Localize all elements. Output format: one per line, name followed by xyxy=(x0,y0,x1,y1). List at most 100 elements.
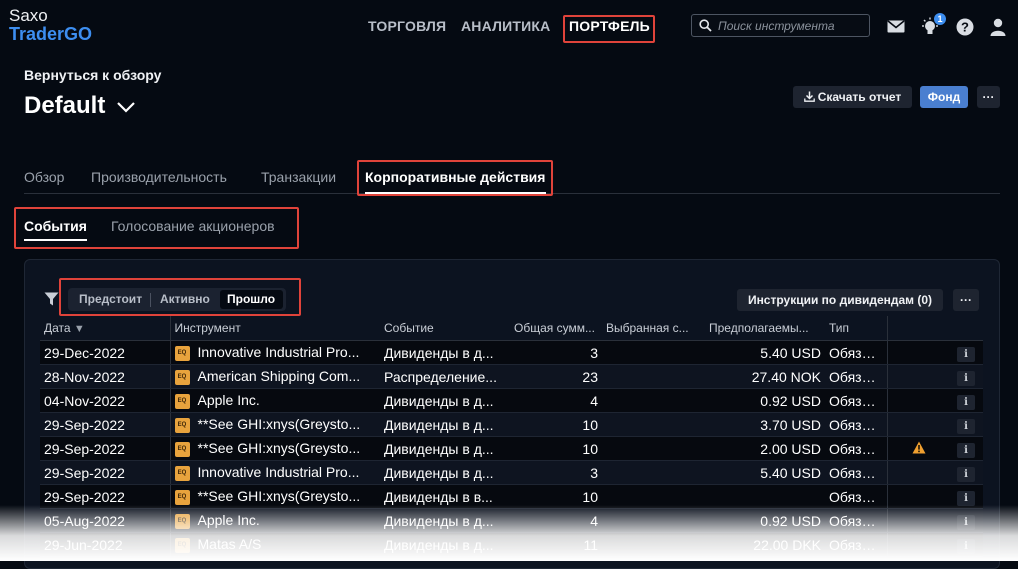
panel-more-button[interactable]: ··· xyxy=(953,289,979,311)
table-row[interactable]: 29-Sep-2022 EQ Innovative Industrial Pro..… xyxy=(40,460,983,485)
cell-selected xyxy=(602,460,705,485)
info-button[interactable]: i xyxy=(957,442,975,458)
search-box[interactable] xyxy=(691,14,870,37)
info-button[interactable]: i xyxy=(957,490,975,506)
segment-separator xyxy=(150,293,151,307)
table-row[interactable]: 29-Jun-2022 EQ Matas A/S Дивиденды в д... 11… xyxy=(40,532,983,557)
segment-upcoming[interactable]: Предстоит xyxy=(79,292,142,306)
cell-instrument[interactable]: EQ Innovative Industrial Pro... xyxy=(170,340,380,365)
cell-instrument[interactable]: EQ **See GHI:xnys(Greysto... xyxy=(170,484,380,509)
cell-selected xyxy=(602,436,705,461)
col-header-instrument[interactable]: Инструмент xyxy=(170,316,380,341)
cell-instrument[interactable]: EQ **See GHI:xnys(Greysto... xyxy=(170,436,380,461)
cell-estimated: 22.00 DKK xyxy=(705,532,825,557)
info-button[interactable]: i xyxy=(957,346,975,362)
col-header-type[interactable]: Тип xyxy=(825,316,888,341)
col-header-date[interactable]: Дата ▼ xyxy=(40,316,171,341)
instrument-name: Apple Inc. xyxy=(197,392,260,409)
cell-type: Обязател xyxy=(825,532,888,557)
cell-total-amount: 4 xyxy=(510,388,602,413)
table-row[interactable]: 29-Sep-2022 EQ **See GHI:xnys(Greysto... Ди… xyxy=(40,412,983,437)
cell-selected xyxy=(602,364,705,389)
cell-selected xyxy=(602,508,705,533)
cell-selected xyxy=(602,340,705,365)
cell-type: Обязател xyxy=(825,484,888,509)
cell-total-amount: 11 xyxy=(510,532,602,557)
cell-type: Обязател xyxy=(825,340,888,365)
equity-icon: EQ xyxy=(174,345,190,361)
svg-text:?: ? xyxy=(961,20,969,35)
dividend-instructions-button[interactable]: Инструкции по дивидендам (0) xyxy=(737,289,943,311)
col-header-selected[interactable]: Выбранная с... xyxy=(602,316,705,341)
mail-icon[interactable] xyxy=(887,20,905,33)
cell-estimated: 27.40 NOK xyxy=(705,364,825,389)
download-report-button[interactable]: Скачать отчет xyxy=(793,86,912,108)
table-row[interactable]: 28-Nov-2022 EQ American Shipping Com... Рас… xyxy=(40,364,983,389)
brand-product[interactable]: TraderGO xyxy=(9,24,92,45)
table-row[interactable]: 04-Nov-2022 EQ Apple Inc. Дивиденды в д... 4… xyxy=(40,388,983,413)
help-icon[interactable]: ? xyxy=(956,18,974,36)
cell-instrument[interactable]: EQ Matas A/S xyxy=(170,532,380,557)
cell-instrument[interactable]: EQ **See GHI:xnys(Greysto... xyxy=(170,412,380,437)
tab-overview[interactable]: Обзор xyxy=(24,169,64,185)
table-row[interactable]: 29-Sep-2022 EQ **See GHI:xnys(Greysto... Ди… xyxy=(40,436,983,461)
user-icon[interactable] xyxy=(990,18,1006,36)
cell-selected xyxy=(602,484,705,509)
filter-icon[interactable] xyxy=(44,292,59,306)
nav-analytics[interactable]: АНАЛИТИКА xyxy=(461,18,550,34)
more-options-button[interactable]: ··· xyxy=(977,86,1000,108)
cell-date: 29-Dec-2022 xyxy=(40,340,171,365)
portfolio-selector[interactable]: Default xyxy=(24,92,136,120)
col-header-estimated[interactable]: Предполагаемы... xyxy=(705,316,825,341)
equity-icon: EQ xyxy=(174,537,190,553)
tab-transactions[interactable]: Транзакции xyxy=(261,169,336,185)
info-button[interactable]: i xyxy=(957,514,975,530)
cell-actions: i xyxy=(887,340,983,365)
equity-icon: EQ xyxy=(174,489,190,505)
cell-type: Обязател xyxy=(825,388,888,413)
cell-total-amount: 4 xyxy=(510,508,602,533)
cell-date: 29-Sep-2022 xyxy=(40,484,171,509)
cell-event: Дивиденды в д... xyxy=(380,412,510,437)
cell-date: 29-Sep-2022 xyxy=(40,436,171,461)
cell-date: 28-Nov-2022 xyxy=(40,364,171,389)
cell-instrument[interactable]: EQ Apple Inc. xyxy=(170,508,380,533)
info-button[interactable]: i xyxy=(957,394,975,410)
sort-desc-icon: ▼ xyxy=(73,323,85,335)
cell-event: Дивиденды в д... xyxy=(380,436,510,461)
cell-instrument[interactable]: EQ Apple Inc. xyxy=(170,388,380,413)
cell-event: Дивиденды в д... xyxy=(380,532,510,557)
tab-performance[interactable]: Производительность xyxy=(91,169,227,185)
search-input[interactable] xyxy=(718,17,866,34)
info-button[interactable]: i xyxy=(957,370,975,386)
cell-estimated xyxy=(705,484,825,509)
table-row[interactable]: 05-Aug-2022 EQ Apple Inc. Дивиденды в д... 4… xyxy=(40,508,983,533)
cell-instrument[interactable]: EQ American Shipping Com... xyxy=(170,364,380,389)
table-row[interactable]: 29-Sep-2022 EQ **See GHI:xnys(Greysto... Ди… xyxy=(40,484,983,509)
cell-event: Распределение... xyxy=(380,364,510,389)
cell-actions: i xyxy=(887,412,983,437)
fund-button[interactable]: Фонд xyxy=(920,86,968,108)
back-to-overview-link[interactable]: Вернуться к обзору xyxy=(24,67,161,83)
info-button[interactable]: i xyxy=(957,418,975,434)
col-header-event[interactable]: Событие xyxy=(380,316,510,341)
segment-active[interactable]: Активно xyxy=(160,292,210,306)
cell-date: 04-Nov-2022 xyxy=(40,388,171,413)
table-row[interactable]: 29-Dec-2022 EQ Innovative Industrial Pro..… xyxy=(40,340,983,365)
nav-trading[interactable]: ТОРГОВЛЯ xyxy=(368,18,446,34)
col-header-total-amount[interactable]: Общая сумм... xyxy=(510,316,602,341)
cell-instrument[interactable]: EQ Innovative Industrial Pro... xyxy=(170,460,380,485)
cell-actions: i xyxy=(887,484,983,509)
info-button[interactable]: i xyxy=(957,538,975,554)
cell-actions: i xyxy=(887,436,983,461)
table-header-row: Дата ▼ Инструмент Событие Общая сумм... … xyxy=(40,316,983,341)
cell-type: Обязател xyxy=(825,412,888,437)
subtab-events[interactable]: События xyxy=(24,218,87,234)
tab-corporate-actions[interactable]: Корпоративные действия xyxy=(365,169,545,185)
cell-estimated: 0.92 USD xyxy=(705,508,825,533)
info-button[interactable]: i xyxy=(957,466,975,482)
segment-past[interactable]: Прошло xyxy=(227,292,275,306)
nav-portfolio[interactable]: ПОРТФЕЛЬ xyxy=(569,18,650,34)
subtab-shareholder-voting[interactable]: Голосование акционеров xyxy=(111,218,275,234)
events-table: Дата ▼ Инструмент Событие Общая сумм... … xyxy=(40,316,983,557)
